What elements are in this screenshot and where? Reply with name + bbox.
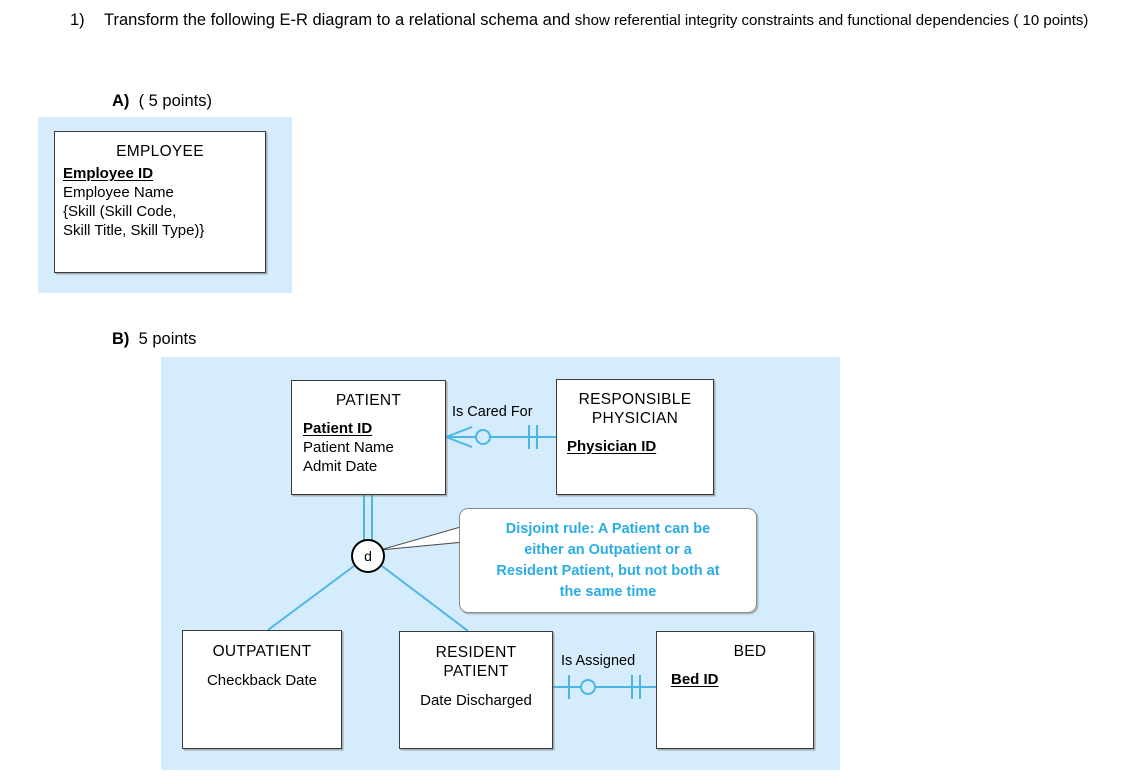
attribute-admit-date: Admit Date	[303, 458, 378, 475]
question-text-tail: show referential integrity constraints a…	[574, 12, 1089, 29]
section-b-letter: B)	[112, 330, 130, 348]
attribute-skill-line2: Skill Title, Skill Type)}	[63, 222, 205, 239]
disjoint-rule-line3: Resident Patient, but not both at	[496, 562, 720, 579]
attribute-patient-id: Patient ID	[303, 420, 373, 437]
attribute-employee-name: Employee Name	[63, 184, 174, 201]
entity-physician-title-line1: RESPONSIBLE	[578, 391, 692, 408]
entity-bed-title: BED	[733, 643, 767, 660]
section-a-heading: A) ( 5 points)	[112, 90, 212, 112]
section-a-letter: A)	[112, 92, 130, 110]
section-b-points: 5 points	[138, 330, 197, 348]
attribute-bed-id: Bed ID	[671, 671, 719, 688]
section-a-points: ( 5 points)	[138, 92, 212, 110]
relationship-label-is-assigned: Is Assigned	[561, 653, 636, 669]
disjoint-rule-line1: Disjoint rule: A Patient can be	[505, 520, 711, 537]
question-block: 1) Transform the following E-R diagram t…	[70, 8, 1125, 33]
disjoint-symbol-letter: d	[364, 548, 372, 564]
question-text-main: Transform the following E-R diagram to a…	[104, 11, 575, 29]
entity-resident-patient: RESIDENT PATIENT Date Discharged	[399, 631, 553, 749]
entity-patient-attributes: Patient ID Patient Name Admit Date	[292, 410, 445, 476]
attribute-employee-id: Employee ID	[63, 165, 154, 182]
attribute-patient-name: Patient Name	[303, 439, 394, 456]
attribute-date-discharged: Date Discharged	[420, 692, 532, 709]
entity-employee: EMPLOYEE Employee ID Employee Name {Skil…	[54, 131, 266, 273]
entity-resident-title-line2: PATIENT	[443, 663, 509, 680]
entity-patient-title: PATIENT	[335, 392, 402, 409]
question-text: Transform the following E-R diagram to a…	[104, 8, 1125, 33]
entity-outpatient: OUTPATIENT Checkback Date	[182, 630, 342, 749]
section-b-heading: B) 5 points	[112, 328, 196, 350]
entity-outpatient-title: OUTPATIENT	[212, 643, 312, 660]
entity-employee-title: EMPLOYEE	[116, 143, 204, 160]
attribute-skill-line1: {Skill (Skill Code,	[63, 203, 177, 220]
question-number: 1)	[70, 11, 85, 29]
relationship-label-is-cared-for: Is Cared For	[452, 404, 533, 420]
entity-bed: BED Bed ID	[656, 631, 814, 749]
entity-outpatient-attributes: Checkback Date	[183, 661, 341, 690]
disjoint-specialization-circle: d	[351, 539, 385, 573]
disjoint-rule-line2: either an Outpatient or a	[524, 541, 692, 558]
callout-pointer-tail	[379, 525, 465, 551]
entity-resident-title-line1: RESIDENT	[435, 644, 517, 661]
entity-employee-attributes: Employee ID Employee Name {Skill (Skill …	[55, 161, 265, 240]
disjoint-rule-line4: the same time	[559, 583, 657, 600]
attribute-checkback-date: Checkback Date	[206, 672, 318, 689]
attribute-physician-id: Physician ID	[567, 438, 657, 455]
entity-resident-attributes: Date Discharged	[400, 681, 552, 710]
entity-patient: PATIENT Patient ID Patient Name Admit Da…	[291, 380, 446, 495]
entity-physician-attributes: Physician ID	[557, 428, 713, 456]
disjoint-rule-callout: Disjoint rule: A Patient can be either a…	[459, 508, 757, 613]
entity-physician-title-line2: PHYSICIAN	[591, 410, 679, 427]
entity-responsible-physician: RESPONSIBLE PHYSICIAN Physician ID	[556, 379, 714, 495]
disjoint-rule-text: Disjoint rule: A Patient can be either a…	[484, 519, 731, 603]
entity-bed-attributes: Bed ID	[657, 661, 813, 689]
